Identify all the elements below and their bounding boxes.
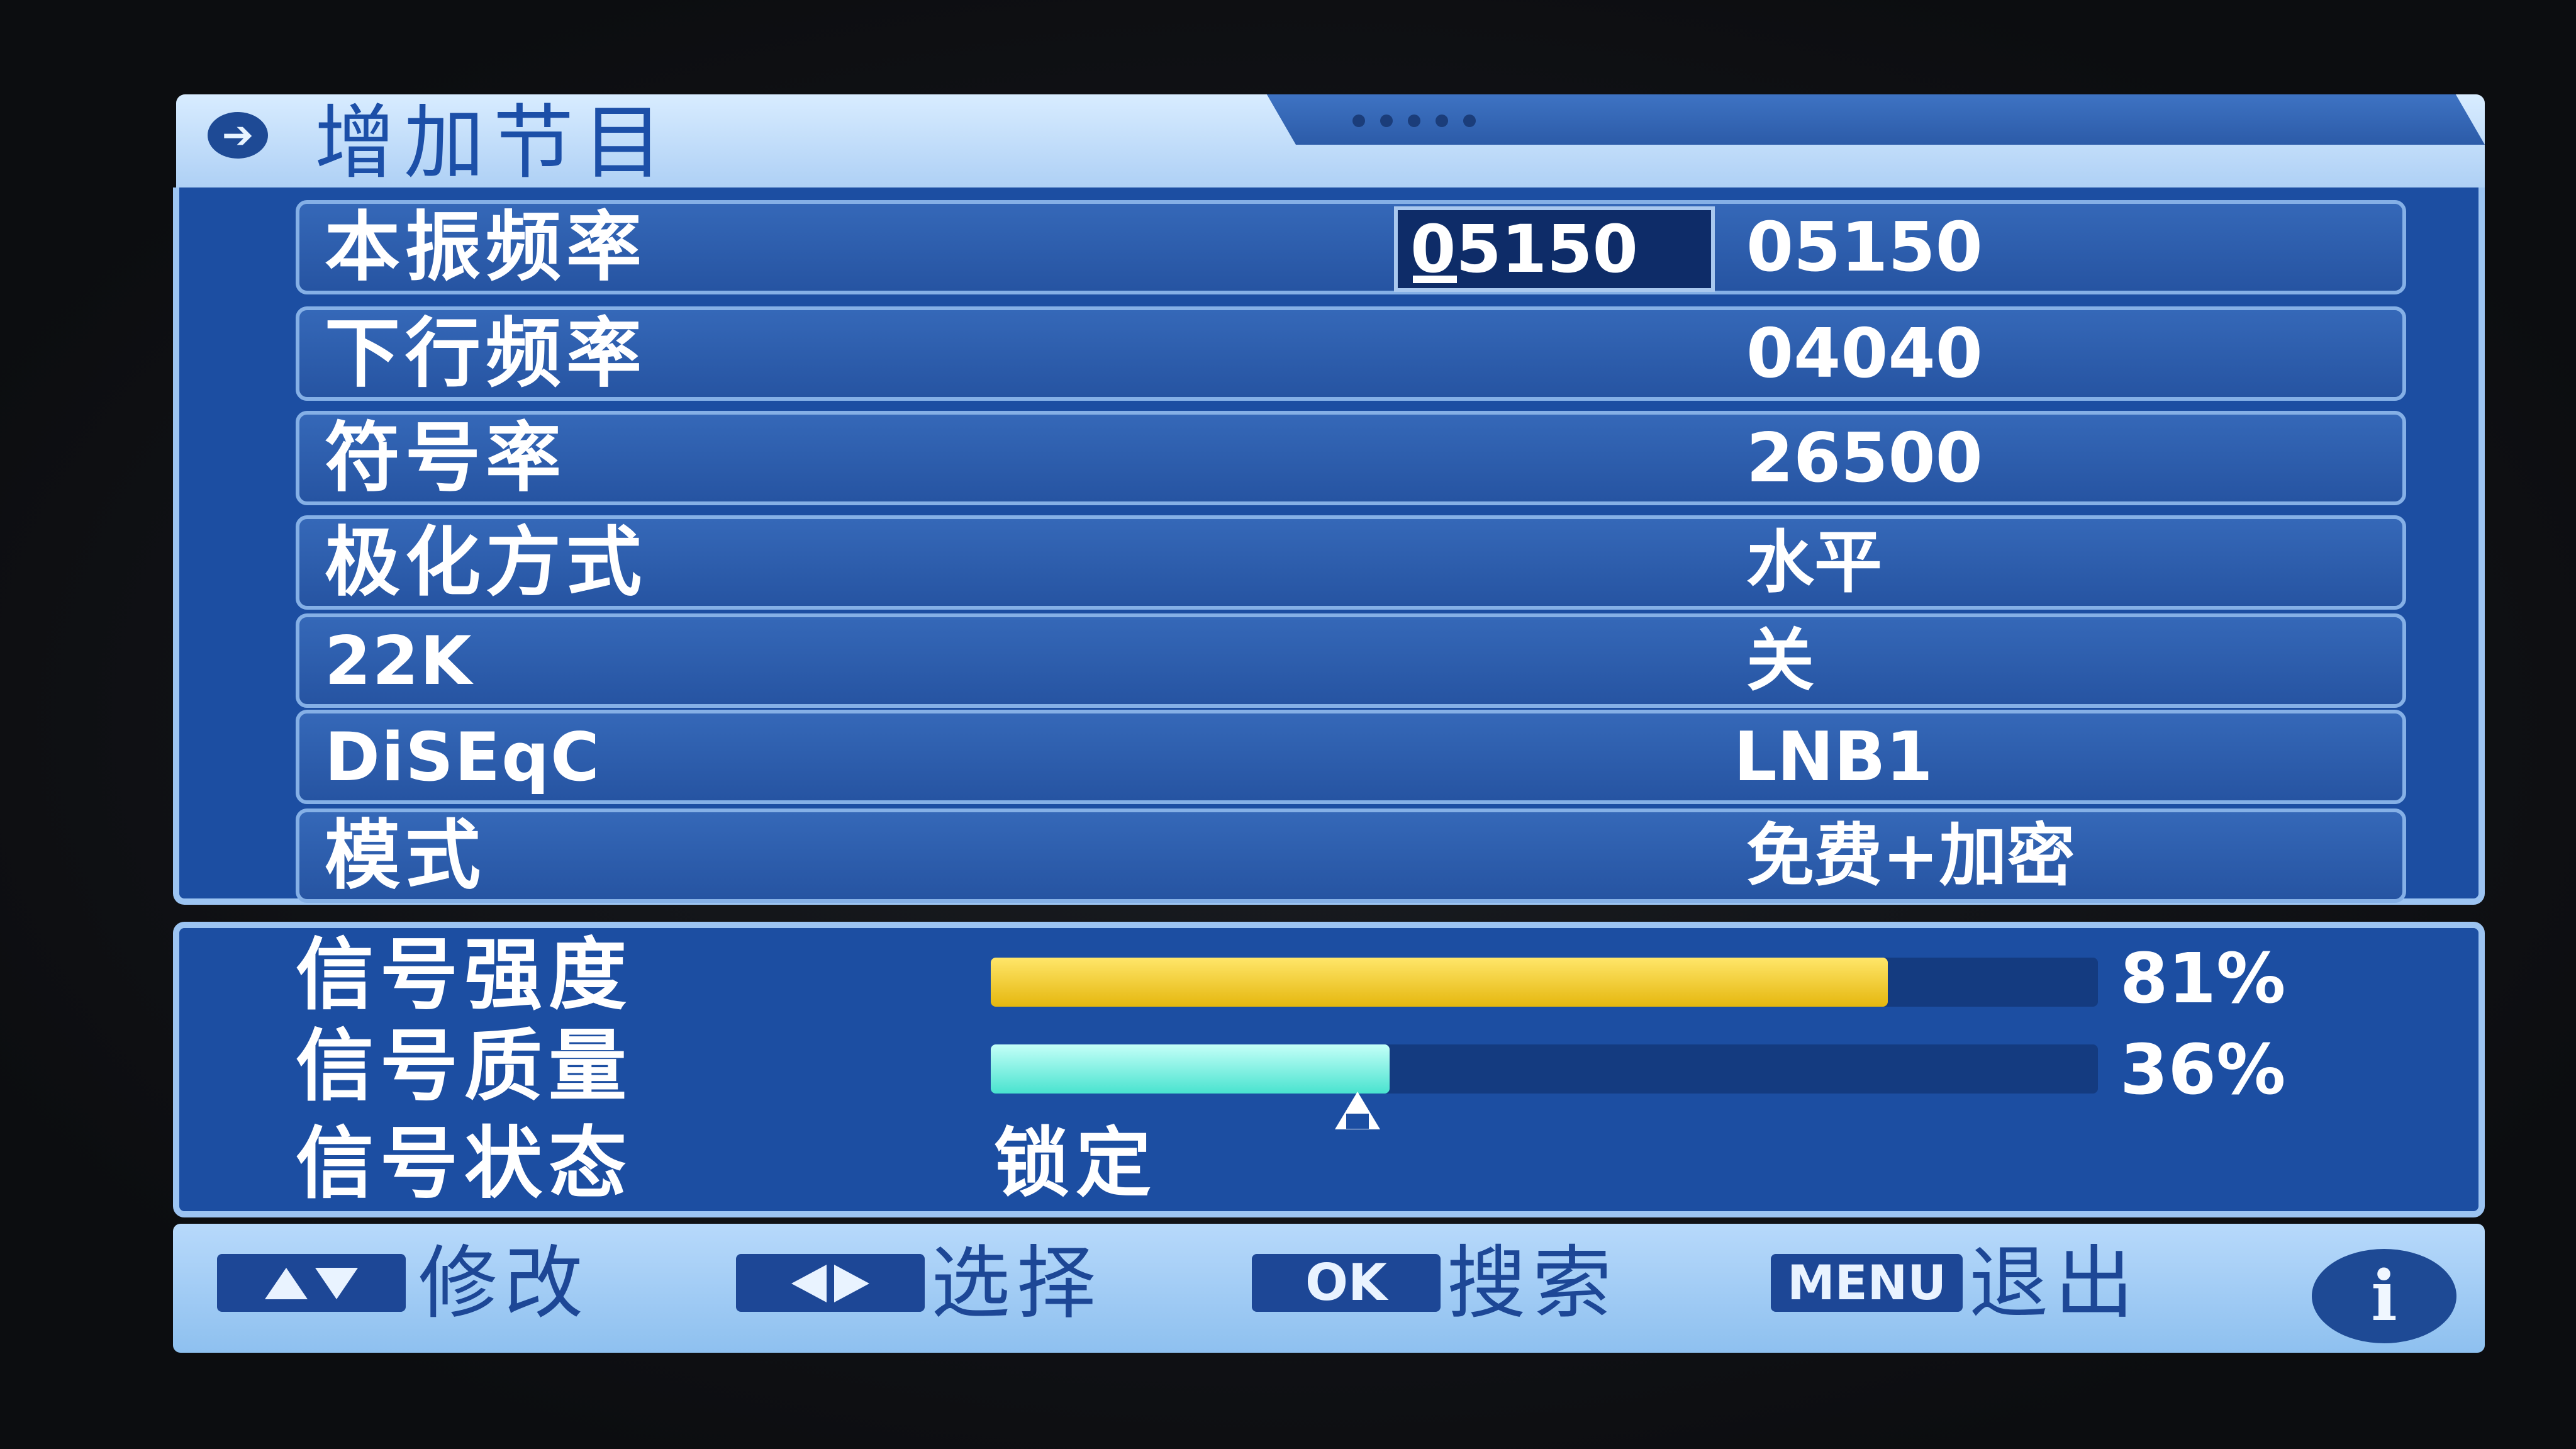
signal-status-label: 信号状态 [296, 1119, 633, 1209]
row-mode[interactable]: 模式 免费+加密 [296, 808, 2406, 903]
hint-modify: 修改 [418, 1237, 589, 1329]
info-icon[interactable]: i [2312, 1249, 2456, 1343]
row-polarization[interactable]: 极化方式 水平 [296, 515, 2406, 610]
signal-quality-label: 信号质量 [296, 1021, 633, 1112]
row-diseqc[interactable]: DiSEqC LNB1 [296, 710, 2406, 804]
signal-strength-label: 信号强度 [296, 930, 633, 1021]
row-value: 关 [1746, 622, 1815, 700]
row-22k[interactable]: 22K 关 [296, 613, 2406, 708]
lo-frequency-input[interactable]: 05150 [1394, 206, 1715, 292]
row-label: 符号率 [325, 415, 566, 502]
row-label: 下行频率 [325, 310, 647, 398]
row-value: 05150 [1746, 208, 1983, 287]
row-label: DiSEqC [325, 719, 601, 796]
arrow-right-circle-icon: ➔ [208, 112, 268, 159]
signal-quality-fill [991, 1044, 1390, 1094]
row-value: 免费+加密 [1746, 817, 2075, 895]
signal-strength-fill [991, 958, 1888, 1007]
row-label: 极化方式 [325, 519, 647, 607]
text-cursor [1413, 276, 1457, 283]
row-downlink-frequency[interactable]: 下行频率 04040 [296, 306, 2406, 401]
quality-marker-notch [1346, 1114, 1369, 1129]
row-symbol-rate[interactable]: 符号率 26500 [296, 411, 2406, 505]
hint-search: 搜索 [1447, 1237, 1618, 1329]
signal-strength-value: 81% [2120, 938, 2286, 1019]
row-value: 26500 [1746, 419, 1983, 498]
signal-quality-value: 36% [2120, 1029, 2286, 1110]
row-value: LNB1 [1734, 718, 1933, 797]
up-down-arrows-icon[interactable] [217, 1254, 406, 1312]
left-right-arrows-icon[interactable] [736, 1254, 925, 1312]
hint-exit: 退出 [1969, 1237, 2140, 1329]
row-lo-frequency[interactable]: 本振频率 05150 05150 [296, 200, 2406, 294]
title-dots [1352, 115, 1476, 130]
row-value: 水平 [1746, 523, 1883, 602]
row-label: 22K [325, 622, 473, 700]
menu-key[interactable]: MENU [1771, 1254, 1963, 1312]
page-title: 增加节目 [315, 96, 672, 190]
hint-select: 选择 [931, 1237, 1102, 1329]
signal-quality-bar [991, 1044, 2098, 1094]
signal-status-value: 锁定 [994, 1120, 1157, 1207]
row-value: 04040 [1746, 315, 1983, 393]
ok-key[interactable]: OK [1252, 1254, 1441, 1312]
row-label: 模式 [325, 812, 486, 900]
row-label: 本振频率 [325, 204, 647, 291]
signal-strength-bar [991, 958, 2098, 1007]
tv-screen: ➔ 增加节目 本振频率 05150 05150 下行频率 04040 符号率 2… [0, 0, 2576, 1449]
